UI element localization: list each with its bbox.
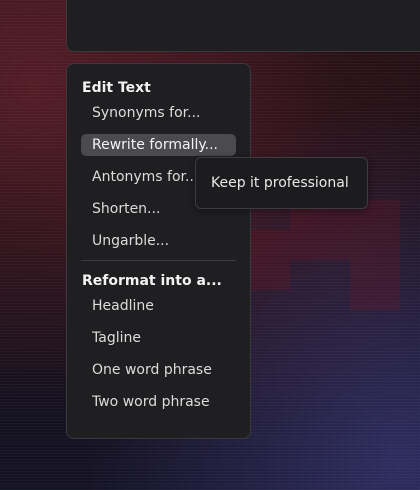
tooltip: Keep it professional (195, 157, 368, 209)
menu-item-two-word-phrase[interactable]: Two word phrase (81, 391, 236, 413)
menu-item-tagline[interactable]: Tagline (81, 327, 236, 349)
edit-text-header: Edit Text (82, 80, 151, 96)
menu-divider (81, 260, 236, 261)
context-menu: Edit Text Synonyms for... Rewrite formal… (66, 63, 251, 439)
menu-item-synonyms[interactable]: Synonyms for... (81, 102, 236, 124)
menu-item-ungarble[interactable]: Ungarble... (81, 230, 236, 252)
reformat-header: Reformat into a... (82, 273, 222, 289)
menu-item-rewrite-formally[interactable]: Rewrite formally... (81, 134, 236, 156)
menu-item-headline[interactable]: Headline (81, 295, 236, 317)
menu-item-one-word-phrase[interactable]: One word phrase (81, 359, 236, 381)
reformat-section: Reformat into a... Headline Tagline One … (67, 271, 250, 413)
top-panel (66, 0, 420, 52)
